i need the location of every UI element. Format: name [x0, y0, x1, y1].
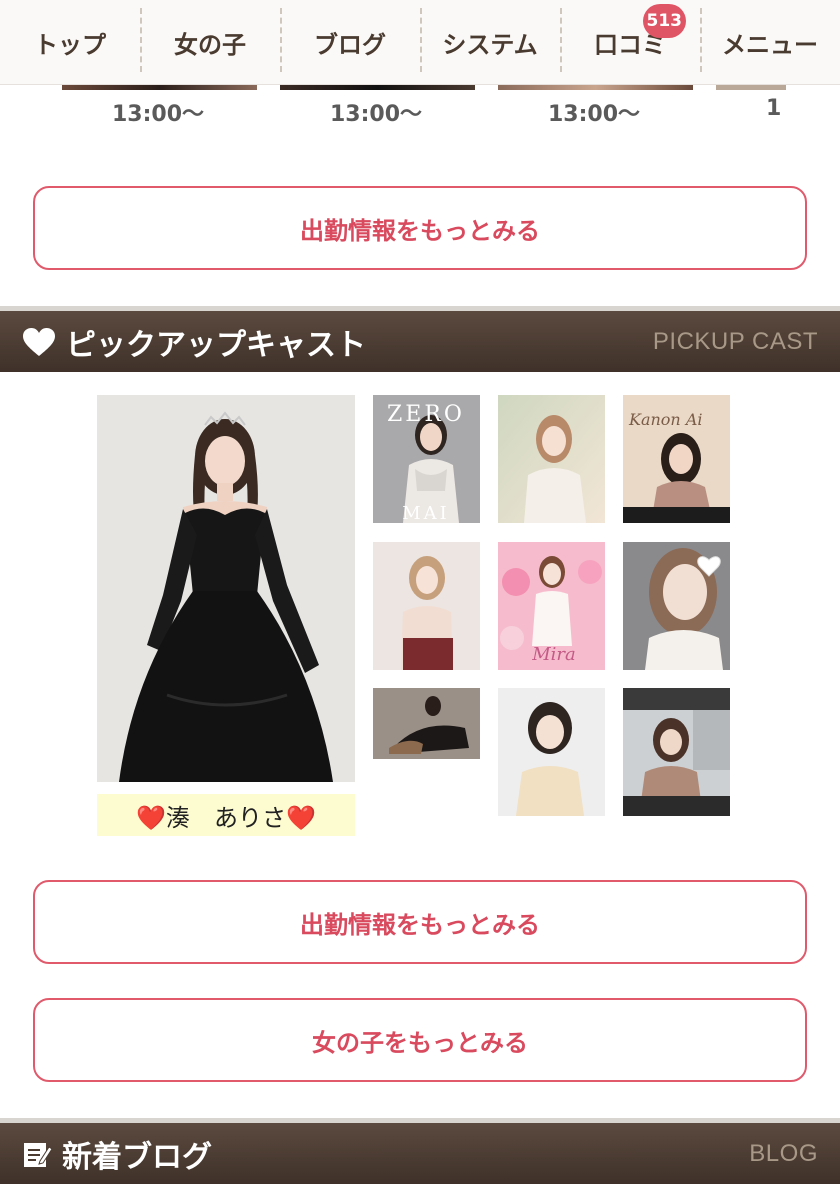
featured-cast-image	[97, 395, 355, 782]
cast-thumbnail[interactable]	[498, 395, 605, 523]
nav-system[interactable]: システム	[420, 0, 560, 84]
schedule-times: 13:00〜 13:00〜 13:00〜 1	[0, 96, 840, 130]
top-nav: トップ 女の子 ブログ システム 口コミ 513 メニュー	[0, 0, 840, 85]
heart-icon	[23, 327, 55, 356]
cast-thumbnail[interactable]	[623, 688, 730, 816]
magazine-title: ZERO	[387, 402, 465, 427]
script-name: Mira	[531, 644, 576, 665]
schedule-time: 1	[766, 96, 782, 121]
section-subtitle: PICKUP CAST	[652, 327, 818, 355]
cast-thumbnail-image	[623, 542, 730, 670]
cast-thumbnail-image: Kanon Ai	[623, 395, 730, 523]
cast-thumbnail[interactable]: Mira	[498, 542, 605, 670]
nav-label: システム	[442, 30, 538, 59]
schedule-time: 13:00〜	[330, 102, 423, 127]
nav-label: メニュー	[722, 30, 818, 59]
cast-thumbnail-image	[373, 688, 480, 759]
nav-top[interactable]: トップ	[0, 0, 140, 84]
cast-thumbnail[interactable]: Kanon Ai	[623, 395, 730, 523]
nav-blog[interactable]: ブログ	[280, 0, 420, 84]
nav-reviews[interactable]: 口コミ 513	[560, 0, 700, 84]
cast-thumbnail-image	[373, 542, 480, 670]
section-title: ピックアップキャスト	[66, 327, 366, 363]
schedule-photo-strip	[0, 84, 840, 92]
magazine-name: MAI	[402, 503, 450, 523]
cast-thumbnail[interactable]: ZERO MAI	[373, 395, 480, 523]
cast-thumbnail[interactable]	[373, 542, 480, 670]
nav-girls[interactable]: 女の子	[140, 0, 280, 84]
cast-thumbnail[interactable]	[623, 542, 730, 670]
cast-thumbnail-image	[498, 395, 605, 523]
pickup-cast-header: ピックアップキャスト PICKUP CAST	[0, 306, 840, 372]
cast-thumbnail-image: ZERO MAI	[373, 395, 480, 523]
nav-label: トップ	[34, 30, 106, 59]
section-subtitle: BLOG	[749, 1139, 818, 1167]
nav-menu[interactable]: メニュー	[700, 0, 840, 84]
cast-thumbnail[interactable]	[498, 688, 605, 816]
cast-thumbnail[interactable]	[373, 688, 480, 759]
reviews-count-badge: 513	[642, 4, 686, 38]
nav-label: 女の子	[174, 30, 246, 59]
attendance-more-button[interactable]: 出勤情報をもっとみる	[33, 880, 807, 964]
schedule-time: 13:00〜	[112, 102, 205, 127]
girls-more-button[interactable]: 女の子をもっとみる	[33, 998, 807, 1082]
attendance-more-button[interactable]: 出勤情報をもっとみる	[33, 186, 807, 270]
cast-thumbnail-image	[498, 688, 605, 816]
blog-icon	[24, 1142, 52, 1167]
nav-label: ブログ	[314, 30, 386, 59]
featured-cast-name[interactable]: ❤️湊 ありさ❤️	[97, 794, 355, 836]
schedule-time: 13:00〜	[548, 102, 641, 127]
blog-header: 新着ブログ BLOG	[0, 1118, 840, 1184]
cast-thumbnail-image: Mira	[498, 542, 605, 670]
script-name: Kanon Ai	[628, 410, 703, 429]
featured-cast-photo[interactable]	[97, 395, 355, 782]
cast-thumbnail-image	[623, 688, 730, 816]
section-title: 新着ブログ	[62, 1139, 212, 1175]
